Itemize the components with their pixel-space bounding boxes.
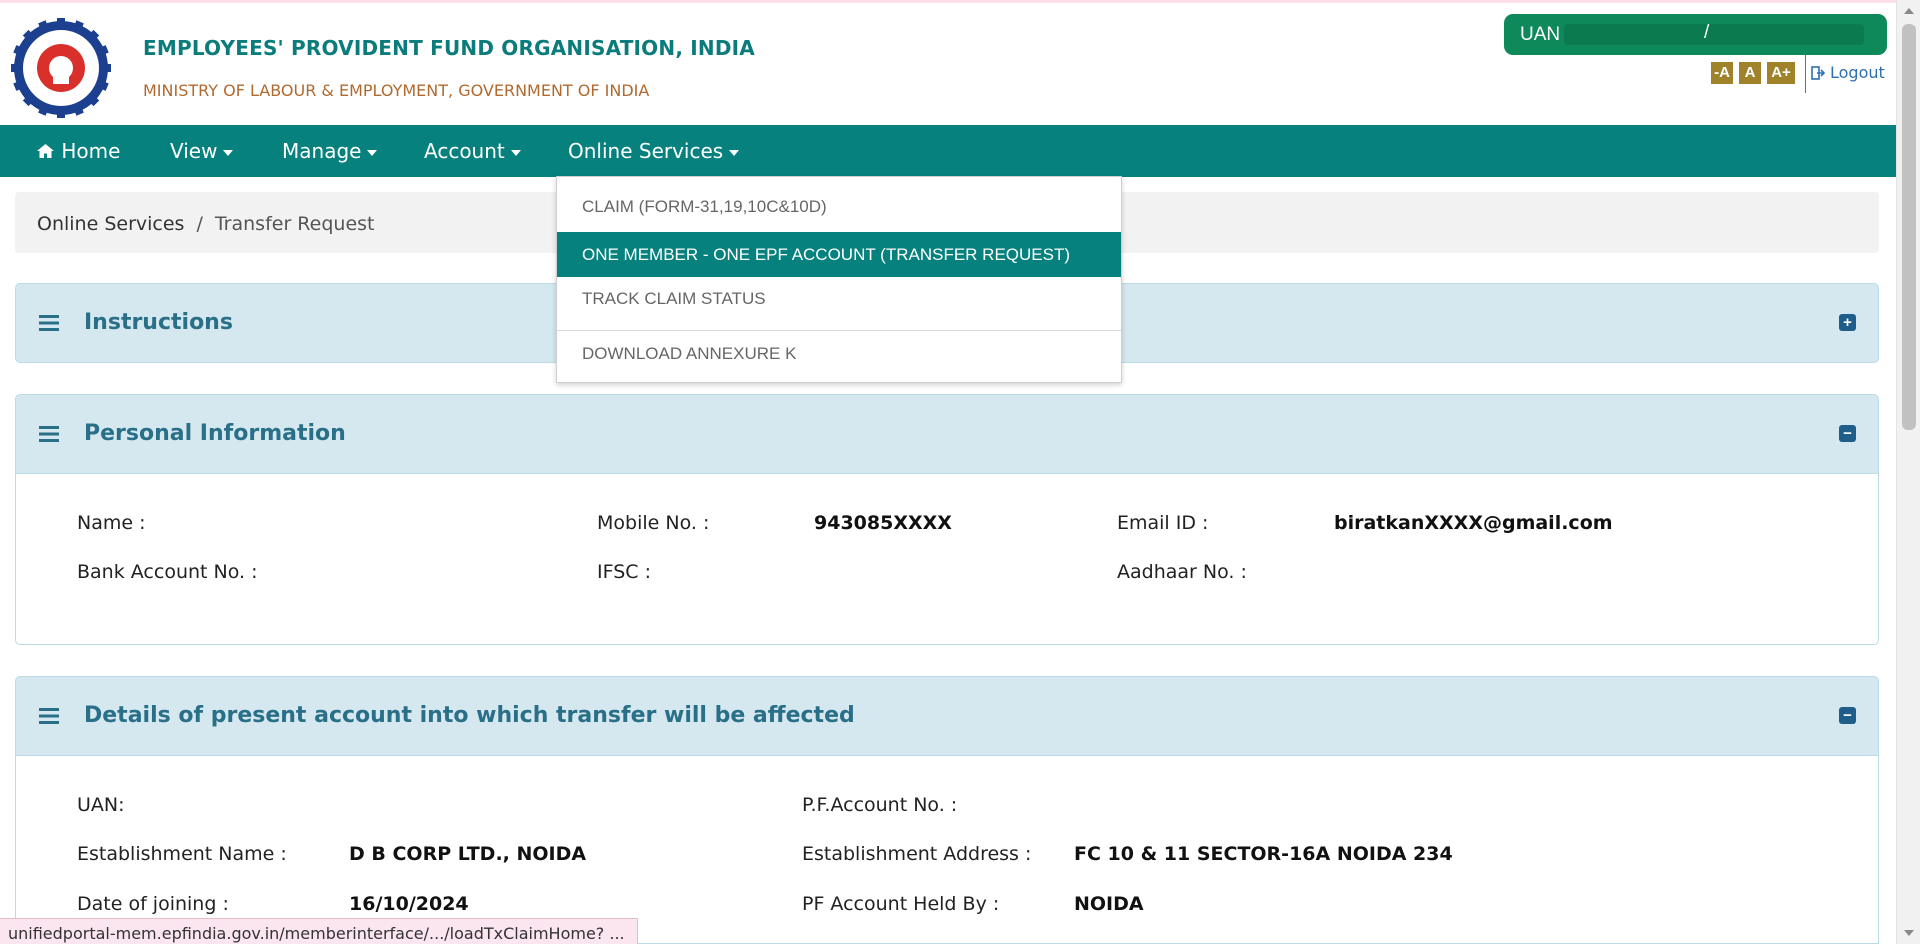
page-scrollbar[interactable] — [1896, 0, 1920, 944]
establishment-address-value: FC 10 & 11 SECTOR-16A NOIDA 234 — [1074, 843, 1453, 865]
dropdown-item-annexure-k[interactable]: DOWNLOAD ANNEXURE K — [557, 332, 1121, 376]
nav-home-label: Home — [61, 139, 121, 163]
bank-account-label: Bank Account No. : — [77, 561, 258, 583]
email-value: biratkanXXXX@gmail.com — [1334, 512, 1613, 534]
dropdown-divider — [557, 330, 1121, 331]
establishment-address-label: Establishment Address : — [802, 843, 1032, 865]
font-decrease-button[interactable]: -A — [1711, 62, 1733, 84]
scroll-up-arrow-icon[interactable] — [1904, 8, 1914, 14]
date-of-joining-label: Date of joining : — [77, 893, 229, 915]
menu-icon — [39, 426, 59, 442]
breadcrumb-separator: / — [196, 213, 203, 235]
expand-icon[interactable]: + — [1839, 314, 1856, 331]
header-divider — [1805, 55, 1806, 93]
chevron-down-icon — [729, 149, 740, 156]
online-services-dropdown: CLAIM (FORM-31,19,10C&10D) ONE MEMBER - … — [556, 176, 1122, 383]
establishment-name-label: Establishment Name : — [77, 843, 287, 865]
nav-online-services[interactable]: Online Services — [568, 125, 740, 177]
chevron-down-icon — [367, 149, 378, 156]
nav-account[interactable]: Account — [424, 125, 521, 177]
ifsc-label: IFSC : — [597, 561, 651, 583]
breadcrumb-current: Transfer Request — [214, 213, 375, 235]
nav-manage-label: Manage — [282, 139, 362, 163]
dropdown-item-claim[interactable]: CLAIM (FORM-31,19,10C&10D) — [557, 192, 1121, 222]
present-account-panel-header[interactable]: Details of present account into which tr… — [15, 676, 1879, 756]
collapse-icon[interactable]: − — [1839, 707, 1856, 724]
chevron-down-icon — [510, 149, 521, 156]
link-status-bar: unifiedportal-mem.epfindia.gov.in/member… — [0, 918, 638, 944]
font-increase-button[interactable]: A+ — [1767, 62, 1795, 84]
menu-icon — [39, 708, 59, 724]
scrollbar-thumb[interactable] — [1902, 24, 1916, 430]
nav-online-services-label: Online Services — [568, 139, 724, 163]
dropdown-item-track-claim[interactable]: TRACK CLAIM STATUS — [557, 277, 1121, 321]
logout-link[interactable]: Logout — [1811, 63, 1885, 82]
org-subtitle: MINISTRY OF LABOUR & EMPLOYMENT, GOVERNM… — [143, 81, 650, 100]
logout-label: Logout — [1830, 63, 1885, 82]
uan-separator: / — [1704, 22, 1710, 43]
email-label: Email ID : — [1117, 512, 1209, 534]
pf-account-label: P.F.Account No. : — [802, 794, 958, 816]
instructions-title: Instructions — [84, 310, 233, 335]
nav-view[interactable]: View — [170, 125, 234, 177]
main-navbar: Home View Manage Account Online Services — [0, 125, 1896, 177]
nav-home[interactable]: Home — [36, 125, 120, 177]
present-account-body: UAN: P.F.Account No. : Establishment Nam… — [15, 756, 1879, 944]
date-of-joining-value: 16/10/2024 — [349, 893, 469, 915]
uan-redacted: / — [1564, 22, 1864, 45]
font-normal-button[interactable]: A — [1739, 62, 1761, 84]
breadcrumb-parent[interactable]: Online Services — [37, 213, 184, 235]
present-account-title: Details of present account into which tr… — [84, 703, 855, 728]
personal-info-body: Name : Mobile No. : 943085XXXX Email ID … — [15, 474, 1879, 645]
nav-view-label: View — [170, 139, 218, 163]
scroll-down-arrow-icon[interactable] — [1904, 930, 1914, 936]
home-icon — [37, 144, 54, 158]
aadhaar-label: Aadhaar No. : — [1117, 561, 1247, 583]
uan-label: UAN — [1520, 24, 1561, 45]
site-header: EMPLOYEES' PROVIDENT FUND ORGANISATION, … — [0, 3, 1896, 125]
mobile-value: 943085XXXX — [814, 512, 952, 534]
uan-field-label: UAN: — [77, 794, 125, 816]
personal-info-panel-header[interactable]: Personal Information − — [15, 394, 1879, 474]
pf-held-by-value: NOIDA — [1074, 893, 1144, 915]
dropdown-item-transfer-request[interactable]: ONE MEMBER - ONE EPF ACCOUNT (TRANSFER R… — [557, 232, 1121, 277]
personal-info-title: Personal Information — [84, 421, 346, 446]
nav-manage[interactable]: Manage — [282, 125, 378, 177]
nav-account-label: Account — [424, 139, 505, 163]
org-title: EMPLOYEES' PROVIDENT FUND ORGANISATION, … — [143, 36, 755, 60]
establishment-name-value: D B CORP LTD., NOIDA — [349, 843, 587, 865]
name-label: Name : — [77, 512, 146, 534]
chevron-down-icon — [223, 149, 234, 156]
mobile-label: Mobile No. : — [597, 512, 710, 534]
menu-icon — [39, 315, 59, 331]
sign-out-icon — [1811, 65, 1826, 80]
epfo-logo — [11, 18, 111, 118]
collapse-icon[interactable]: − — [1839, 425, 1856, 442]
pf-held-by-label: PF Account Held By : — [802, 893, 1000, 915]
uan-badge: UAN / — [1504, 14, 1887, 55]
